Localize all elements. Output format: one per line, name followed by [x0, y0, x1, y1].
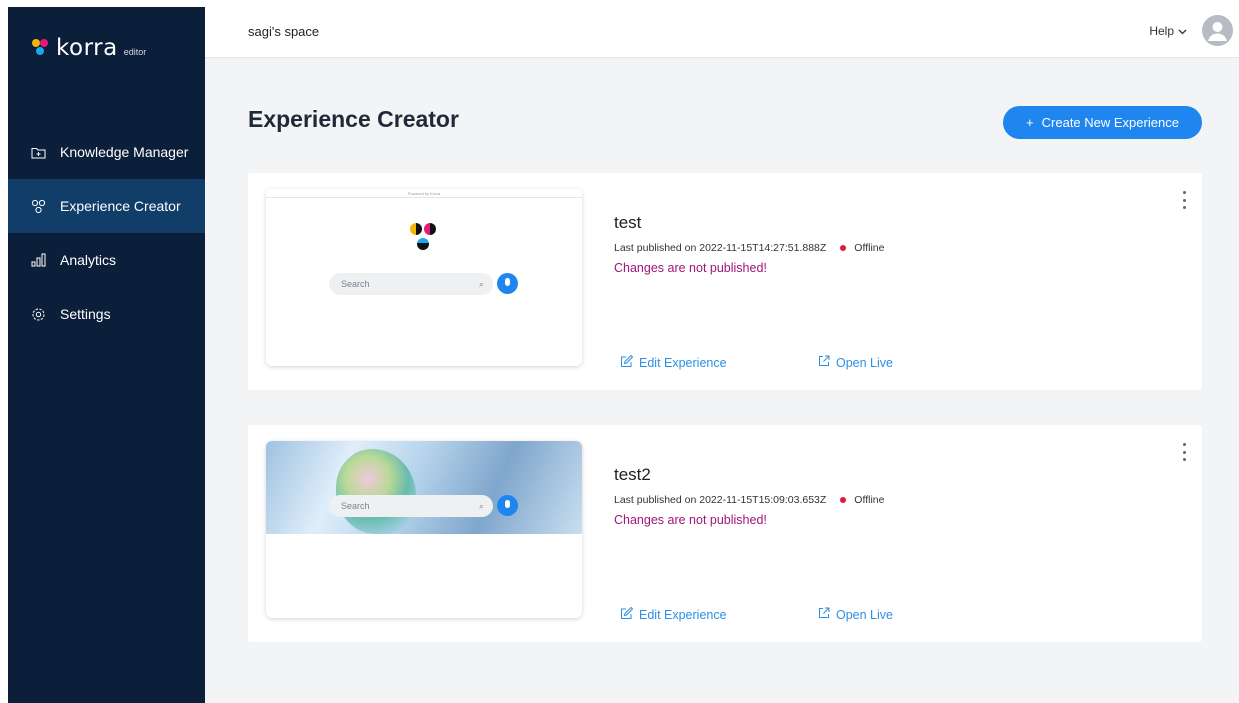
gear-icon [30, 306, 46, 322]
more-options-icon[interactable] [1180, 191, 1188, 209]
sidebar-item-label: Experience Creator [60, 198, 181, 214]
chevron-down-icon [1178, 24, 1187, 38]
help-menu[interactable]: Help [1149, 24, 1187, 38]
microphone-icon [497, 273, 518, 294]
thumbnail-search-bar: Search ⌕ [329, 273, 493, 295]
unpublished-warning: Changes are not published! [614, 261, 767, 275]
edit-experience-label: Edit Experience [639, 356, 727, 370]
last-published-text: Last published on 2022-11-15T14:27:51.88… [614, 242, 827, 254]
open-live-link[interactable]: Open Live [818, 355, 893, 370]
help-label: Help [1149, 24, 1174, 38]
page-title: Experience Creator [248, 106, 459, 132]
more-options-icon[interactable] [1180, 443, 1188, 461]
korra-logo-mark-icon [32, 39, 50, 57]
folder-plus-icon [30, 144, 46, 160]
plus-icon: + [1026, 115, 1034, 130]
user-icon [1208, 22, 1227, 41]
status-text: Offline [854, 242, 885, 254]
create-new-experience-button[interactable]: + Create New Experience [1003, 106, 1202, 139]
bar-chart-icon [30, 252, 46, 268]
experience-thumbnail[interactable]: Search ⌕ [266, 441, 582, 618]
edit-experience-label: Edit Experience [639, 608, 727, 622]
thumbnail-search-bar: Search ⌕ [329, 495, 493, 517]
experience-card: Powered by Korra Search ⌕ test Last publ… [248, 173, 1202, 390]
edit-experience-link[interactable]: Edit Experience [620, 354, 727, 371]
open-live-label: Open Live [836, 607, 893, 622]
create-button-label: Create New Experience [1041, 115, 1179, 130]
sidebar-item-analytics[interactable]: Analytics [8, 233, 205, 287]
external-link-icon [818, 607, 830, 622]
main-content: Experience Creator + Create New Experien… [205, 58, 1239, 703]
sidebar-item-label: Settings [60, 306, 111, 322]
edit-icon [620, 354, 634, 371]
thumbnail-search-placeholder: Search [341, 279, 370, 289]
app-root: korra editor Knowledge Manager Experienc… [0, 0, 1239, 703]
external-link-icon [818, 355, 830, 370]
status-dot-icon [840, 497, 847, 503]
sidebar-item-settings[interactable]: Settings [8, 287, 205, 341]
unpublished-warning: Changes are not published! [614, 513, 767, 527]
microphone-icon [497, 495, 518, 516]
last-published-text: Last published on 2022-11-15T15:09:03.65… [614, 494, 827, 506]
sidebar-item-experience-creator[interactable]: Experience Creator [8, 179, 205, 233]
hero-background-image [266, 441, 582, 534]
space-name[interactable]: sagi's space [248, 24, 319, 39]
experience-name: test2 [614, 465, 651, 484]
user-avatar[interactable] [1202, 15, 1233, 46]
sidebar-item-knowledge-manager[interactable]: Knowledge Manager [8, 125, 205, 179]
korra-logo[interactable]: korra editor [32, 35, 146, 61]
logo-product-label: editor [123, 46, 147, 57]
status-text: Offline [854, 494, 885, 506]
experience-meta: Last published on 2022-11-15T14:27:51.88… [614, 242, 884, 254]
experience-meta: Last published on 2022-11-15T15:09:03.65… [614, 494, 884, 506]
experience-thumbnail[interactable]: Powered by Korra Search ⌕ [266, 189, 582, 366]
powered-by-label: Powered by Korra [266, 189, 582, 198]
nodes-icon [30, 198, 46, 214]
edit-icon [620, 606, 634, 623]
edit-experience-link[interactable]: Edit Experience [620, 606, 727, 623]
search-icon: ⌕ [478, 501, 484, 511]
open-live-label: Open Live [836, 355, 893, 370]
sidebar: korra editor Knowledge Manager Experienc… [8, 7, 205, 703]
search-icon: ⌕ [478, 279, 484, 289]
sidebar-item-label: Analytics [60, 252, 117, 268]
experience-name: test [614, 213, 642, 232]
experience-card: Search ⌕ test2 Last published on 2022-11… [248, 425, 1202, 642]
sidebar-nav: Knowledge Manager Experience Creator Ana… [8, 125, 205, 341]
open-live-link[interactable]: Open Live [818, 607, 893, 622]
korra-logo-icon [410, 223, 440, 253]
top-bar: sagi's space Help [205, 7, 1239, 58]
logo-wordmark: korra [56, 35, 118, 61]
status-dot-icon [840, 245, 847, 251]
thumbnail-search-placeholder: Search [341, 501, 370, 511]
sidebar-item-label: Knowledge Manager [60, 144, 189, 160]
